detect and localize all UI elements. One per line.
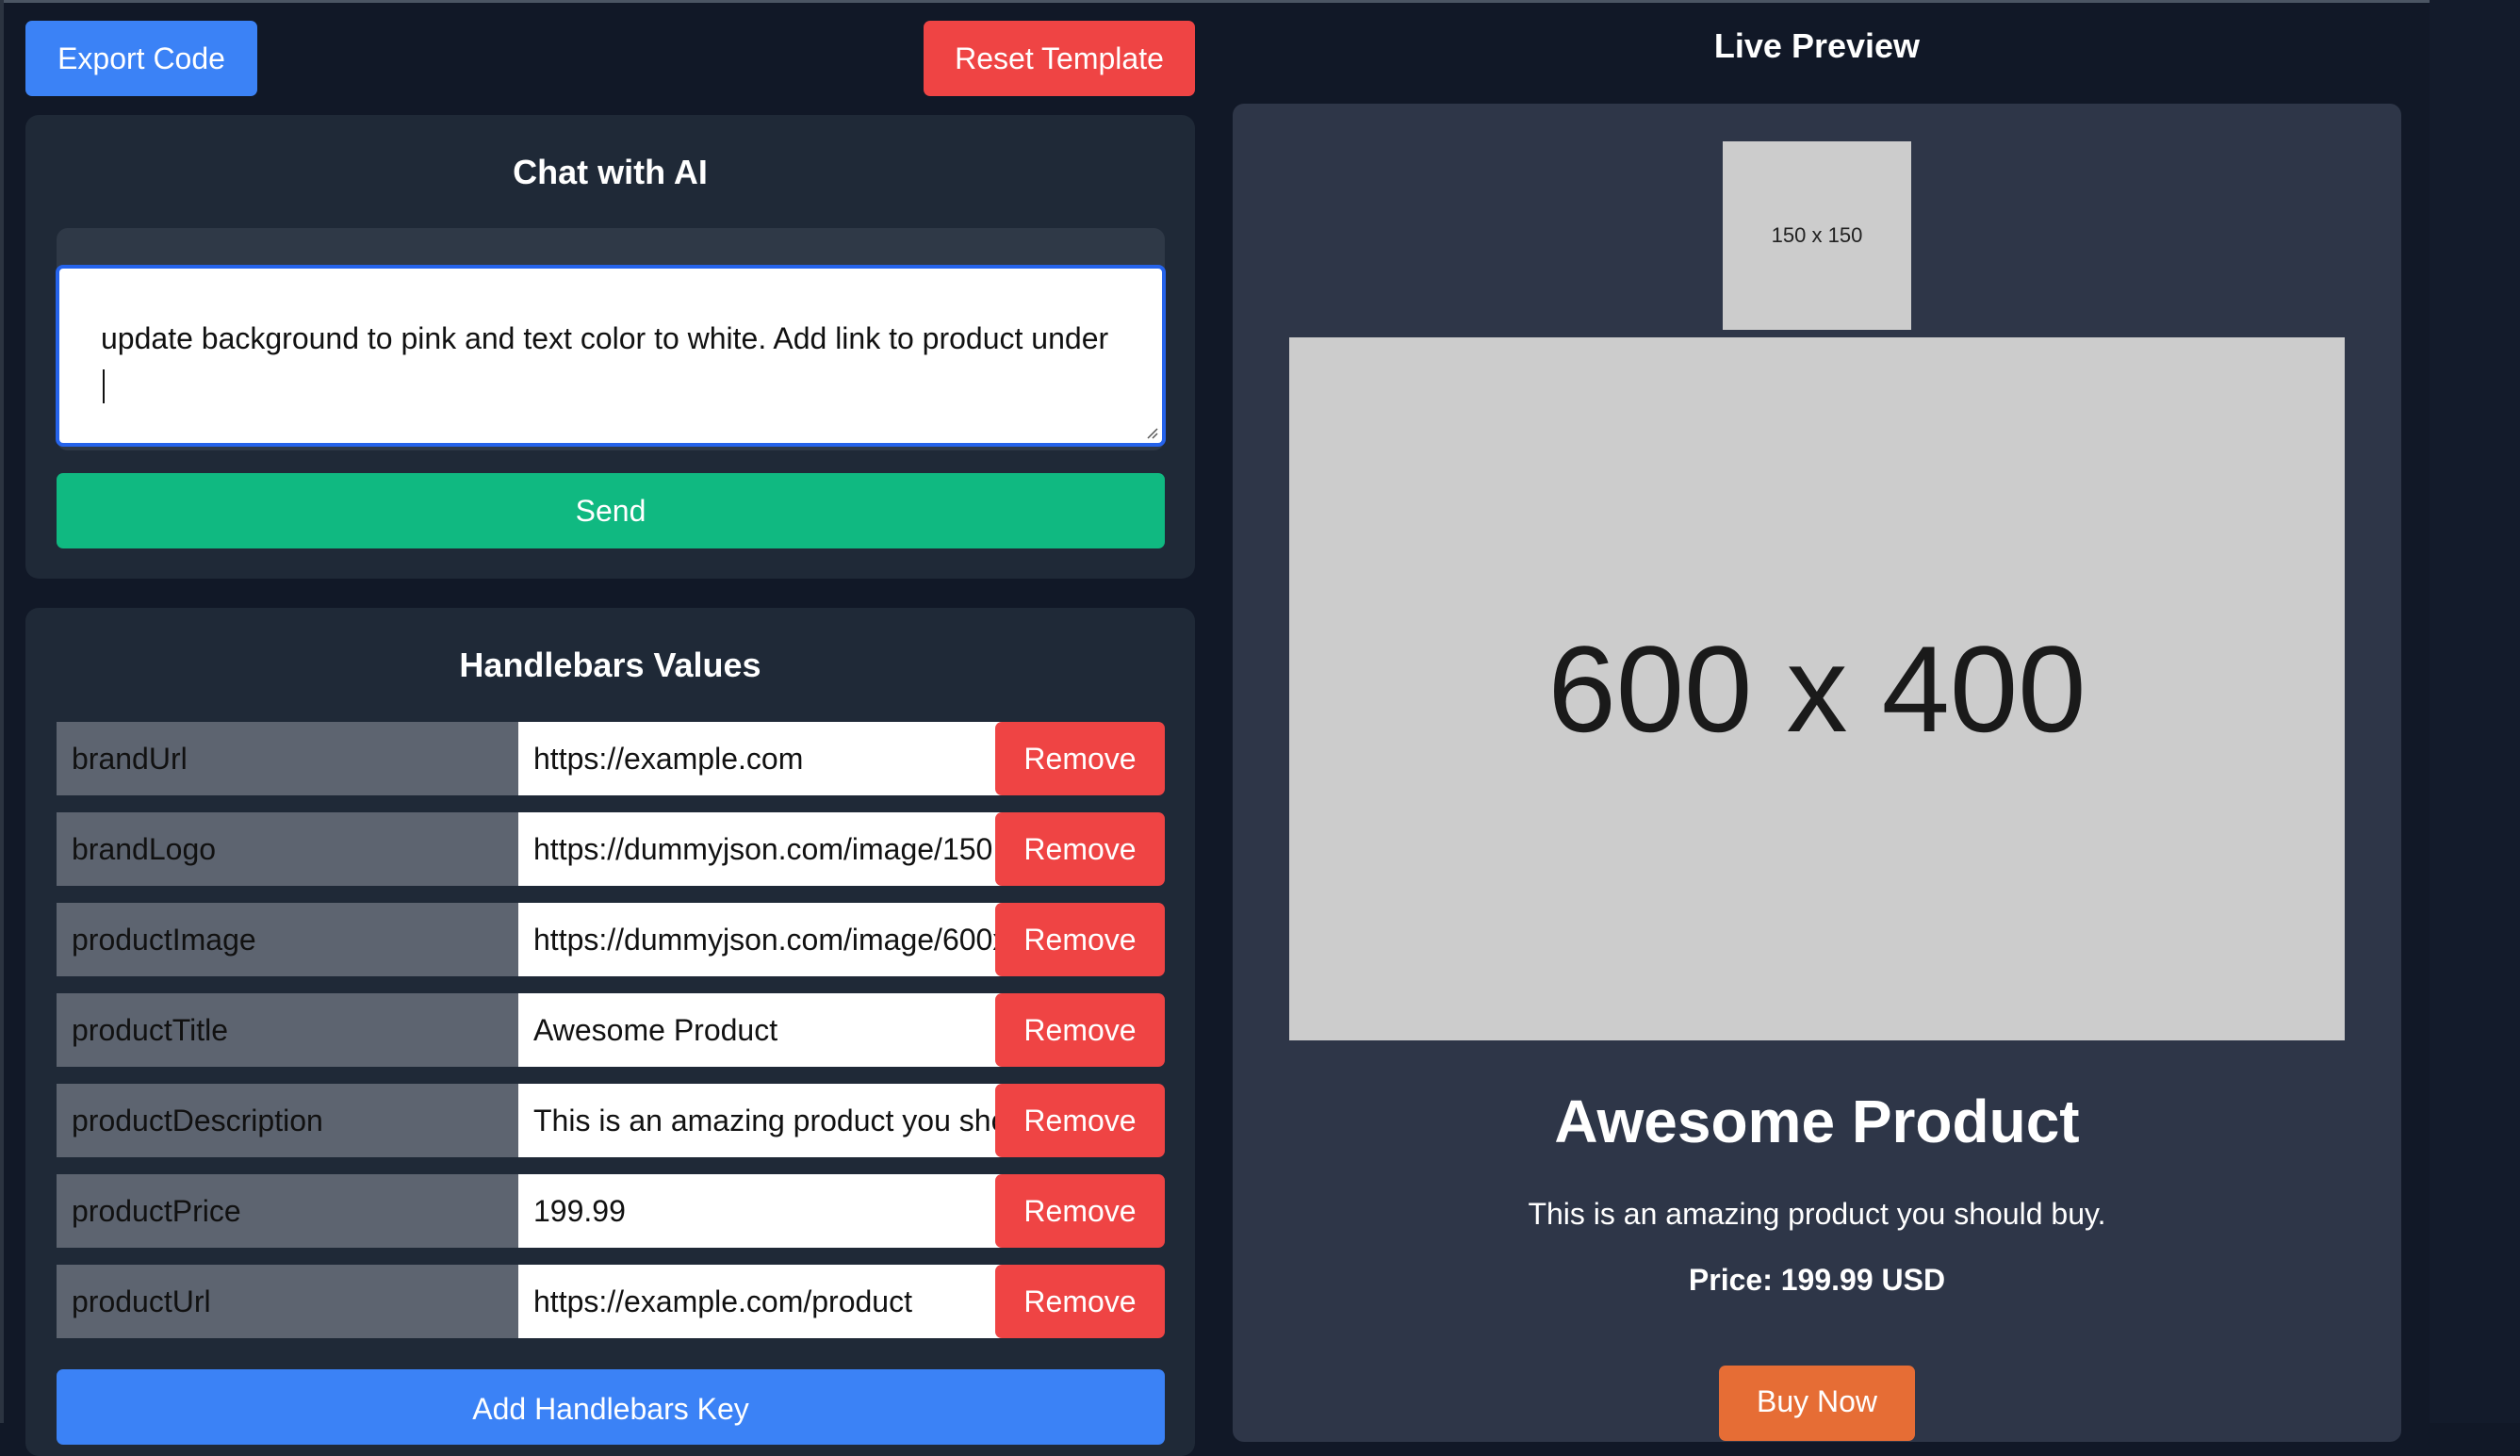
product-price: Price: 199.99 USD [1688, 1263, 1946, 1297]
add-handlebars-key-button[interactable]: Add Handlebars Key [57, 1369, 1165, 1445]
window-top-border [0, 0, 2520, 3]
chat-panel-title: Chat with AI [513, 153, 708, 191]
handlebars-row-producturl: productUrl https://example.com/product R… [57, 1265, 1165, 1338]
remove-button[interactable]: Remove [995, 722, 1165, 795]
handlebars-value-input[interactable]: This is an amazing product you should bu… [518, 1084, 1037, 1157]
handlebars-row-productdescription: productDescription This is an amazing pr… [57, 1084, 1165, 1157]
handlebars-row-brandurl: brandUrl https://example.com Remove [57, 722, 1165, 795]
product-image-label: 600 x 400 [1547, 620, 2086, 758]
handlebars-key-field[interactable]: productDescription [57, 1084, 518, 1157]
remove-button[interactable]: Remove [995, 903, 1165, 976]
handlebars-value-input[interactable]: https://example.com/product [518, 1265, 1037, 1338]
buy-now-button[interactable]: Buy Now [1719, 1366, 1915, 1441]
right-gutter [2430, 0, 2520, 1423]
handlebars-key-field[interactable]: brandUrl [57, 722, 518, 795]
handlebars-value-input[interactable]: https://example.com [518, 722, 1037, 795]
handlebars-key-field[interactable]: productUrl [57, 1265, 518, 1338]
send-button[interactable]: Send [57, 473, 1165, 548]
product-image-placeholder: 600 x 400 [1289, 337, 2345, 1040]
chat-message-input[interactable]: update background to pink and text color… [56, 265, 1166, 447]
text-caret [103, 368, 105, 403]
remove-button[interactable]: Remove [995, 812, 1165, 886]
live-preview-title: Live Preview [1713, 26, 1921, 65]
reset-template-button[interactable]: Reset Template [924, 21, 1195, 96]
resize-handle-icon[interactable] [1145, 426, 1158, 439]
handlebars-row-producttitle: productTitle Awesome Product Remove [57, 993, 1165, 1067]
handlebars-key-field[interactable]: productTitle [57, 993, 518, 1067]
handlebars-value-input[interactable]: https://dummyjson.com/image/600x400 [518, 903, 1037, 976]
remove-button[interactable]: Remove [995, 1265, 1165, 1338]
handlebars-value-input[interactable]: https://dummyjson.com/image/150 [518, 812, 1037, 886]
brand-logo-placeholder: 150 x 150 [1723, 141, 1911, 330]
handlebars-row-productprice: productPrice 199.99 Remove [57, 1174, 1165, 1248]
product-title: Awesome Product [1554, 1088, 2080, 1155]
remove-button[interactable]: Remove [995, 1174, 1165, 1248]
handlebars-panel-title: Handlebars Values [459, 646, 761, 684]
window-left-border [0, 0, 4, 1423]
brand-logo-label: 150 x 150 [1771, 223, 1863, 247]
export-code-button[interactable]: Export Code [25, 21, 257, 96]
handlebars-row-brandlogo: brandLogo https://dummyjson.com/image/15… [57, 812, 1165, 886]
chat-message-text: update background to pink and text color… [101, 321, 1118, 355]
remove-button[interactable]: Remove [995, 993, 1165, 1067]
handlebars-value-input[interactable]: 199.99 [518, 1174, 1037, 1248]
handlebars-row-productimage: productImage https://dummyjson.com/image… [57, 903, 1165, 976]
handlebars-key-field[interactable]: productPrice [57, 1174, 518, 1248]
product-description: This is an amazing product you should bu… [1528, 1197, 2106, 1231]
remove-button[interactable]: Remove [995, 1084, 1165, 1157]
handlebars-key-field[interactable]: brandLogo [57, 812, 518, 886]
handlebars-key-field[interactable]: productImage [57, 903, 518, 976]
handlebars-value-input[interactable]: Awesome Product [518, 993, 1037, 1067]
